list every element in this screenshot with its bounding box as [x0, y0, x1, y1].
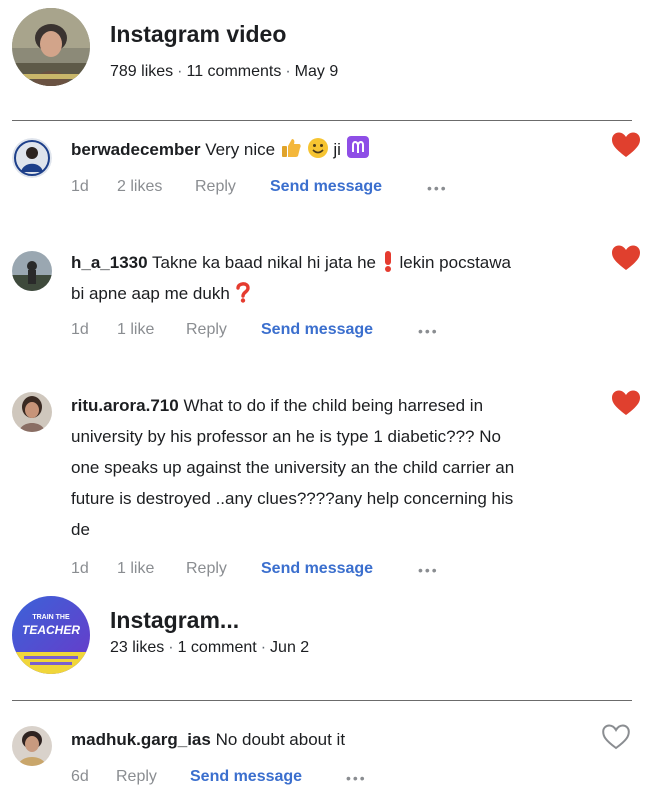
- post-comment-count[interactable]: 11 comments: [186, 63, 281, 80]
- comment-time: 1d: [71, 178, 89, 195]
- post-likes: 789 likes: [110, 63, 174, 80]
- post-header-2[interactable]: TRAIN THE TEACHER Instagram... 23 likes ·…: [12, 596, 632, 676]
- post-thumbnail[interactable]: [12, 8, 90, 86]
- send-message-link[interactable]: Send message: [190, 768, 302, 786]
- send-message-link[interactable]: Send message: [261, 321, 373, 339]
- thumb-text-large: TEACHER: [22, 623, 80, 637]
- thumbs-up-icon: [281, 139, 301, 157]
- more-options-icon[interactable]: •••: [346, 770, 367, 786]
- heart-outline-icon[interactable]: [602, 724, 630, 750]
- thumb-text-small: TRAIN THE: [32, 614, 70, 621]
- comment-time: 1d: [71, 321, 89, 338]
- post-header-1[interactable]: Instagram video 789 likes · 11 comments · Ma…: [12, 8, 632, 88]
- question-emoji-icon: [235, 282, 250, 303]
- comment-body: No doubt about it: [215, 730, 346, 749]
- comment-body: Very nice: [205, 140, 276, 159]
- comment-time: 6d: [71, 768, 89, 785]
- heart-filled-icon[interactable]: [612, 245, 640, 271]
- comment-text: madhuk.garg_ias No doubt about it: [71, 724, 611, 755]
- send-message-link[interactable]: Send message: [270, 178, 382, 196]
- more-options-icon[interactable]: •••: [418, 562, 439, 578]
- comment-item: madhuk.garg_ias No doubt about it 6d Rep…: [12, 722, 642, 802]
- comment-item: h_a_1330 Takne ka baad nikal hi jata he …: [12, 245, 642, 355]
- post-title[interactable]: Instagram video: [110, 21, 286, 48]
- comment-actions: 1d 2 likes Reply Send message •••: [71, 178, 491, 200]
- avatar[interactable]: [12, 251, 52, 291]
- comment-likes[interactable]: 1 like: [117, 560, 154, 578]
- post-meta: 789 likes · 11 comments · May 9: [110, 63, 339, 80]
- divider: [12, 700, 632, 701]
- avatar[interactable]: [12, 392, 52, 432]
- post-likes: 23 likes: [110, 639, 165, 656]
- post-date: Jun 2: [270, 639, 310, 656]
- comment-body-suffix: ji: [333, 140, 341, 159]
- reply-button[interactable]: Reply: [195, 178, 236, 196]
- comment-actions: 1d 1 like Reply Send message •••: [71, 560, 491, 582]
- comment-text: h_a_1330 Takne ka baad nikal hi jata he …: [71, 247, 611, 309]
- post-meta: 23 likes · 1 comment · Jun 2: [110, 639, 310, 656]
- comment-text: berwadecember Very nice ji: [71, 134, 611, 165]
- comment-item: berwadecember Very nice ji 1d 2 likes Re…: [12, 130, 642, 210]
- comment-time: 1d: [71, 560, 89, 577]
- post-title[interactable]: Instagram...: [110, 607, 239, 634]
- reply-button[interactable]: Reply: [186, 321, 227, 339]
- reply-button[interactable]: Reply: [116, 768, 157, 786]
- comment-text: ritu.arora.710 What to do if the child b…: [71, 390, 611, 545]
- comment-body-line2: bi apne aap me dukh: [71, 284, 230, 303]
- comment-username[interactable]: ritu.arora.710: [71, 396, 179, 415]
- comment-actions: 1d 1 like Reply Send message •••: [71, 321, 491, 343]
- comment-username[interactable]: madhuk.garg_ias: [71, 730, 211, 749]
- smiley-emoji-icon: [307, 138, 328, 158]
- avatar[interactable]: [12, 726, 52, 766]
- more-options-icon[interactable]: •••: [427, 180, 448, 196]
- comment-likes[interactable]: 1 like: [117, 321, 154, 339]
- post-comment-count[interactable]: 1 comment: [178, 639, 257, 656]
- post-date: May 9: [294, 63, 339, 80]
- avatar[interactable]: [12, 138, 52, 178]
- more-options-icon[interactable]: •••: [418, 323, 439, 339]
- comment-username[interactable]: h_a_1330: [71, 253, 148, 272]
- comment-body: Takne ka baad nikal hi jata he: [152, 253, 376, 272]
- heart-filled-icon[interactable]: [612, 390, 640, 416]
- reply-button[interactable]: Reply: [186, 560, 227, 578]
- comment-likes[interactable]: 2 likes: [117, 178, 162, 196]
- post-thumbnail[interactable]: TRAIN THE TEACHER: [12, 596, 90, 674]
- comment-body-line: one speaks up against the university an …: [71, 458, 515, 477]
- comment-item: ritu.arora.710 What to do if the child b…: [12, 390, 642, 585]
- comment-body-cont: lekin pocstawa: [399, 253, 511, 272]
- comment-body-line: de: [71, 520, 90, 539]
- aries-emoji-icon: [346, 136, 369, 158]
- exclamation-emoji-icon: [384, 251, 391, 272]
- comment-body-line: future is destroyed ..any clues????any h…: [71, 489, 514, 508]
- comment-username[interactable]: berwadecember: [71, 140, 200, 159]
- comment-body-line: university by his professor an he is typ…: [71, 427, 501, 446]
- comment-body: What to do if the child being harresed i…: [183, 396, 484, 415]
- divider: [12, 120, 632, 121]
- send-message-link[interactable]: Send message: [261, 560, 373, 578]
- heart-filled-icon[interactable]: [612, 132, 640, 158]
- comment-actions: 6d Reply Send message •••: [71, 768, 431, 790]
